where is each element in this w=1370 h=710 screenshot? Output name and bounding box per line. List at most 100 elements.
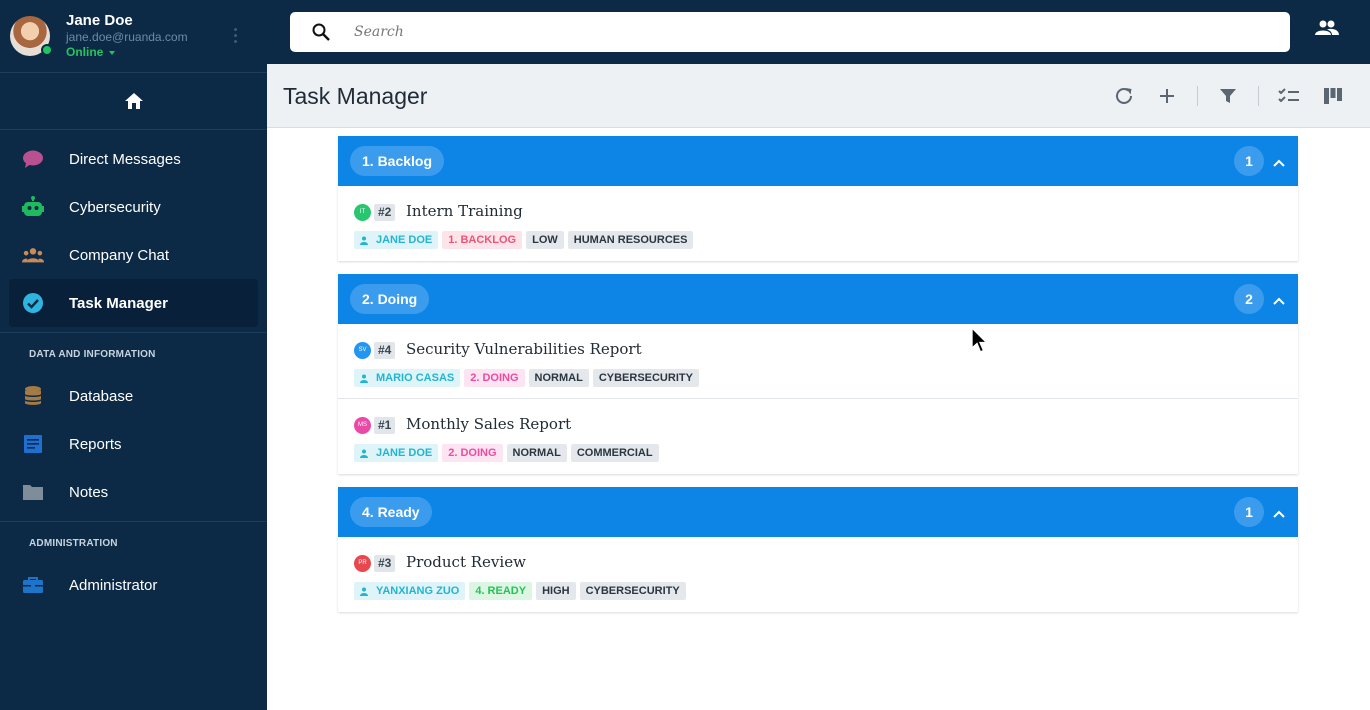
- users-icon[interactable]: [1315, 20, 1339, 41]
- home-icon: [124, 93, 143, 109]
- task-id: #1: [374, 417, 396, 434]
- page-header: Task Manager: [267, 64, 1370, 128]
- group-label: 1. Backlog: [350, 146, 445, 176]
- task-tags: JANE DOE 1. BACKLOG LOW HUMAN RESOURCES: [354, 231, 694, 249]
- person-icon: [360, 374, 368, 383]
- sidebar: Jane Doe jane.doe@ruanda.com Online Dire…: [0, 0, 267, 710]
- sidebar-item-cybersecurity[interactable]: Cybersecurity: [9, 183, 258, 231]
- chevron-up-icon[interactable]: [1273, 505, 1285, 523]
- chat-bubble-icon: [22, 148, 44, 170]
- sidebar-item-label: Database: [69, 387, 134, 405]
- section-title-administration: ADMINISTRATION: [29, 538, 118, 549]
- group-label: 4. Ready: [350, 497, 432, 527]
- assignee-tag: JANE DOE: [354, 231, 439, 249]
- assignee-tag: JANE DOE: [354, 444, 439, 462]
- group-label: 2. Doing: [350, 284, 430, 314]
- group-header[interactable]: 1. Backlog 1: [338, 136, 1298, 186]
- task-avatar: MS: [354, 417, 371, 434]
- sidebar-item-administrator[interactable]: Administrator: [9, 561, 258, 609]
- sidebar-item-task-manager[interactable]: Task Manager: [9, 279, 258, 327]
- priority-tag: NORMAL: [506, 444, 567, 462]
- sidebar-item-notes[interactable]: Notes: [9, 468, 258, 516]
- status-label: Online: [66, 45, 104, 59]
- user-name: Jane Doe: [66, 12, 133, 29]
- section-title-data: DATA AND INFORMATION: [29, 349, 156, 360]
- status-dropdown[interactable]: Online: [66, 45, 116, 59]
- sidebar-item-label: Direct Messages: [69, 150, 181, 168]
- folder-icon: [22, 481, 44, 503]
- add-task-button[interactable]: [1155, 84, 1179, 108]
- task-title: Intern Training: [406, 202, 523, 220]
- person-icon: [360, 236, 368, 245]
- filter-icon: [1220, 89, 1236, 103]
- robot-icon: [22, 196, 44, 218]
- sidebar-item-label: Administrator: [69, 576, 158, 594]
- task-tags: MARIO CASAS 2. DOING NORMAL CYBERSECURIT…: [354, 369, 699, 387]
- home-button[interactable]: [0, 73, 267, 130]
- mouse-cursor-icon: [971, 327, 989, 353]
- task-list: 1. Backlog 1 IT #2 Intern Training JANE …: [267, 128, 1370, 710]
- user-email: jane.doe@ruanda.com: [66, 30, 188, 44]
- status-tag: 1. BACKLOG: [442, 231, 523, 249]
- toolbox-icon: [22, 574, 44, 596]
- check-circle-icon: [22, 292, 44, 314]
- task-avatar: IT: [354, 204, 371, 221]
- sidebar-item-reports[interactable]: Reports: [9, 420, 258, 468]
- task-id: #2: [374, 204, 396, 221]
- person-icon: [360, 449, 368, 458]
- task-tags: YANXIANG ZUO 4. READY HIGH CYBERSECURITY: [354, 582, 686, 600]
- group-icon: [22, 244, 44, 266]
- assignee-name: MARIO CASAS: [376, 372, 455, 384]
- assignee-name: JANE DOE: [376, 447, 433, 459]
- refresh-button[interactable]: [1112, 84, 1136, 108]
- sidebar-item-direct-messages[interactable]: Direct Messages: [9, 135, 258, 183]
- group-header[interactable]: 4. Ready 1: [338, 487, 1298, 537]
- sidebar-item-company-chat[interactable]: Company Chat: [9, 231, 258, 279]
- list-view-button[interactable]: [1277, 84, 1301, 108]
- database-icon: [22, 385, 44, 407]
- category-tag: COMMERCIAL: [570, 444, 659, 462]
- document-icon: [22, 433, 44, 455]
- search-input[interactable]: [354, 12, 1254, 52]
- task-row[interactable]: SV #4 Security Vulnerabilities Report MA…: [338, 324, 1298, 399]
- priority-tag: HIGH: [536, 582, 576, 600]
- chevron-up-icon[interactable]: [1273, 292, 1285, 310]
- task-row[interactable]: IT #2 Intern Training JANE DOE 1. BACKLO…: [338, 186, 1298, 261]
- chevron-up-icon[interactable]: [1273, 154, 1285, 172]
- task-row[interactable]: PR #3 Product Review YANXIANG ZUO 4. REA…: [338, 537, 1298, 612]
- group-header[interactable]: 2. Doing 2: [338, 274, 1298, 324]
- task-title: Product Review: [406, 553, 526, 571]
- task-title: Monthly Sales Report: [406, 415, 572, 433]
- category-tag: HUMAN RESOURCES: [567, 231, 694, 249]
- filter-button[interactable]: [1216, 84, 1240, 108]
- task-id: #3: [374, 555, 396, 572]
- sidebar-item-label: Notes: [69, 483, 109, 501]
- group-count: 2: [1234, 284, 1264, 314]
- assignee-tag: YANXIANG ZUO: [354, 582, 466, 600]
- sidebar-item-label: Cybersecurity: [69, 198, 161, 216]
- assignee-tag: MARIO CASAS: [354, 369, 461, 387]
- sidebar-item-label: Reports: [69, 435, 122, 453]
- priority-tag: LOW: [526, 231, 564, 249]
- divider: [1258, 86, 1259, 106]
- sidebar-item-database[interactable]: Database: [9, 372, 258, 420]
- online-indicator: [41, 44, 53, 56]
- user-profile[interactable]: Jane Doe jane.doe@ruanda.com Online: [0, 0, 267, 73]
- task-group: 2. Doing 2 SV #4 Security Vulnerabilitie…: [338, 274, 1298, 474]
- task-row[interactable]: MS #1 Monthly Sales Report JANE DOE 2. D…: [338, 399, 1298, 474]
- board-view-button[interactable]: [1321, 84, 1345, 108]
- more-vertical-icon[interactable]: [234, 28, 238, 46]
- priority-tag: NORMAL: [528, 369, 589, 387]
- plus-icon: [1160, 89, 1174, 103]
- task-avatar: PR: [354, 555, 371, 572]
- refresh-icon: [1116, 87, 1132, 104]
- search-icon: [312, 23, 330, 46]
- task-id: #4: [374, 342, 396, 359]
- category-tag: CYBERSECURITY: [579, 582, 686, 600]
- group-count: 1: [1234, 146, 1264, 176]
- task-group: 4. Ready 1 PR #3 Product Review YANXIANG…: [338, 487, 1298, 612]
- task-avatar: SV: [354, 342, 371, 359]
- search-box[interactable]: [290, 12, 1290, 52]
- category-tag: CYBERSECURITY: [592, 369, 699, 387]
- topbar: [267, 0, 1370, 64]
